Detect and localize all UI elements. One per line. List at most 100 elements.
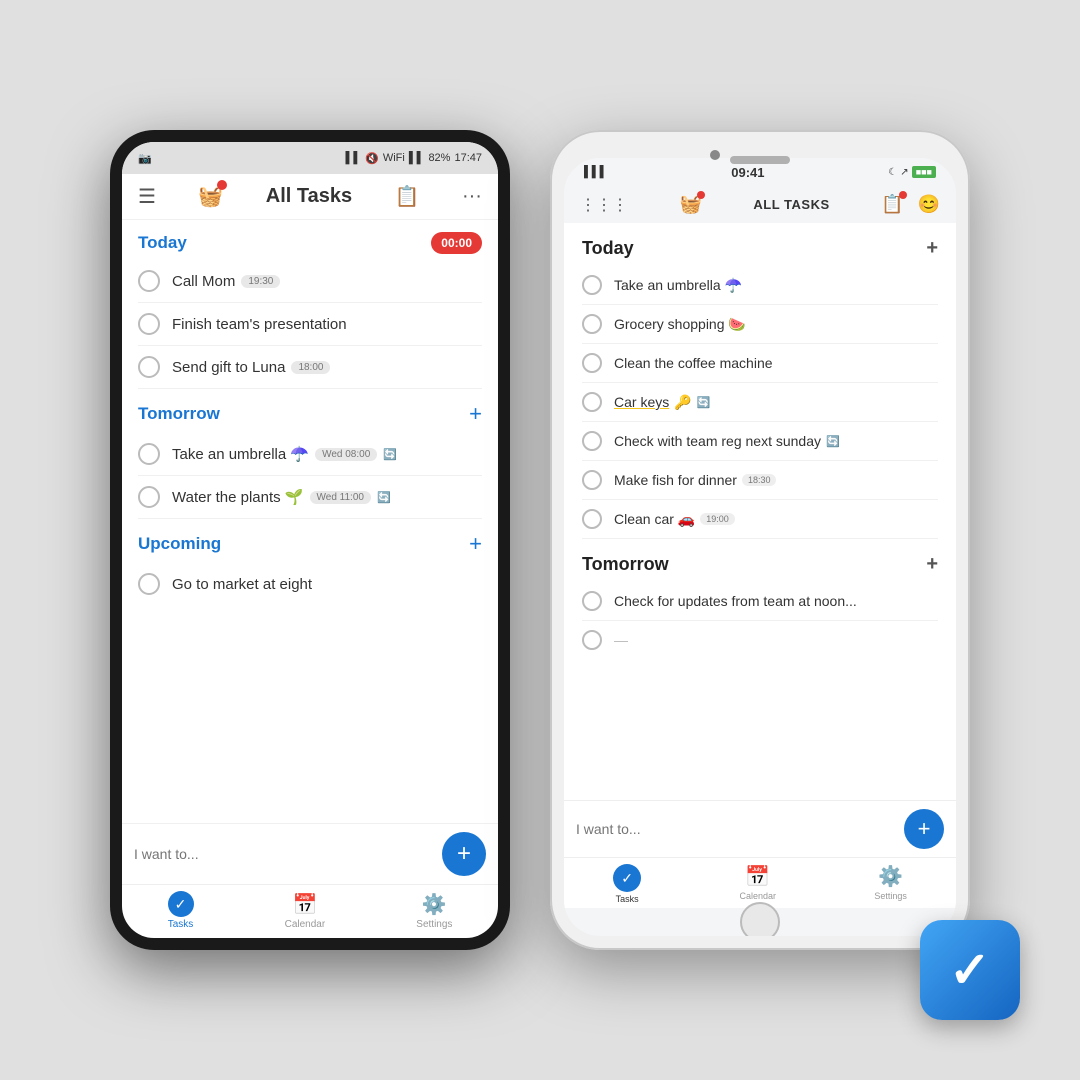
- ios-task-label: Grocery shopping 🍉: [614, 316, 938, 333]
- ios-grid-icon[interactable]: ⋮⋮⋮: [580, 195, 628, 215]
- ios-task-checkbox[interactable]: [582, 470, 602, 490]
- ios-home-button[interactable]: [740, 902, 780, 936]
- ios-task-checkbox[interactable]: [582, 630, 602, 650]
- android-tab-tasks-label: Tasks: [168, 919, 194, 930]
- task-label: Water the plants 🌱 Wed 11:00 🔄: [172, 488, 482, 506]
- android-time: 17:47: [454, 152, 482, 164]
- task-time-tag: Wed 11:00: [310, 491, 371, 504]
- android-status-bar: 📷 ▌▌ 🔇 WiFi ▌▌ 82% 17:47: [122, 142, 498, 174]
- ios-task-partial[interactable]: —: [564, 621, 956, 659]
- repeat-icon: 🔄: [826, 435, 840, 448]
- ios-task-fish[interactable]: Make fish for dinner 18:30: [564, 461, 956, 499]
- ios-tab-settings[interactable]: ⚙️ Settings: [874, 864, 907, 904]
- android-menu-icon[interactable]: ☰: [138, 184, 156, 209]
- task-checkbox[interactable]: [138, 573, 160, 595]
- ios-signal: ▌▌▌: [584, 166, 607, 178]
- ios-task-checkbox[interactable]: [582, 509, 602, 529]
- android-upcoming-plus[interactable]: +: [469, 531, 482, 557]
- ios-time: 09:41: [731, 165, 764, 180]
- android-task-gift[interactable]: Send gift to Luna 18:00: [122, 346, 498, 388]
- ios-home-bar: [564, 908, 956, 936]
- android-tab-tasks[interactable]: ✓ Tasks: [168, 891, 194, 930]
- ios-header-icons: 📋 😊: [881, 194, 940, 215]
- android-task-umbrella[interactable]: Take an umbrella ☂️ Wed 08:00 🔄: [122, 433, 498, 475]
- ios-header-title: ALL TASKS: [753, 197, 829, 212]
- android-task-plants[interactable]: Water the plants 🌱 Wed 11:00 🔄: [122, 476, 498, 518]
- task-time-tag: 18:00: [291, 361, 330, 374]
- ios-task-checkbox[interactable]: [582, 314, 602, 334]
- android-tab-settings[interactable]: ⚙️ Settings: [416, 891, 452, 930]
- ios-section-tomorrow: Tomorrow +: [564, 539, 956, 582]
- repeat-icon: 🔄: [383, 448, 397, 461]
- ios-task-checkbox[interactable]: [582, 392, 602, 412]
- android-task-input[interactable]: [134, 846, 432, 862]
- ios-face-icon[interactable]: 😊: [918, 194, 940, 215]
- android-phone: 📷 ▌▌ 🔇 WiFi ▌▌ 82% 17:47 ☰ 🧺 All Tasks: [110, 130, 510, 950]
- ios-task-umbrella[interactable]: Take an umbrella ☂️: [564, 266, 956, 304]
- ios-task-checkbox[interactable]: [582, 591, 602, 611]
- ios-task-label: Check for updates from team at noon...: [614, 593, 938, 609]
- android-tomorrow-plus[interactable]: +: [469, 401, 482, 427]
- ios-tab-tasks[interactable]: ✓ Tasks: [613, 864, 641, 904]
- android-timer[interactable]: 00:00: [431, 232, 482, 254]
- ios-task-input[interactable]: [576, 821, 894, 837]
- ios-phone: ▌▌▌ 09:41 ☾ ↗ ■■■ ⋮⋮⋮ 🧺 ALL TASKS: [550, 130, 970, 950]
- ios-basket-icon[interactable]: 🧺: [679, 194, 701, 215]
- task-checkbox[interactable]: [138, 356, 160, 378]
- ios-input-bar: +: [564, 800, 956, 857]
- ios-task-carkeys[interactable]: Car keys 🔑 🔄: [564, 383, 956, 421]
- ios-task-cleancar[interactable]: Clean car 🚗 19:00: [564, 500, 956, 538]
- android-more-icon[interactable]: ···: [462, 185, 482, 208]
- android-task-presentation[interactable]: Finish team's presentation: [122, 303, 498, 345]
- ios-task-team-check[interactable]: Check with team reg next sunday 🔄: [564, 422, 956, 460]
- ios-tab-calendar[interactable]: 📅 Calendar: [739, 864, 776, 904]
- android-add-button[interactable]: +: [442, 832, 486, 876]
- android-task-call-mom[interactable]: Call Mom 19:30: [122, 260, 498, 302]
- android-tab-calendar[interactable]: 📅 Calendar: [285, 891, 326, 930]
- android-basket-icon[interactable]: 🧺: [198, 184, 223, 209]
- ios-clipboard-badge: [899, 191, 907, 199]
- task-label: Go to market at eight: [172, 576, 482, 593]
- task-checkbox[interactable]: [138, 270, 160, 292]
- ios-task-label: Clean car 🚗 19:00: [614, 511, 938, 528]
- settings-icon: ⚙️: [421, 891, 447, 917]
- android-section-upcoming: Upcoming +: [122, 519, 498, 563]
- ios-tab-tasks-label: Tasks: [616, 894, 639, 904]
- task-checkbox[interactable]: [138, 313, 160, 335]
- ios-task-checkbox[interactable]: [582, 275, 602, 295]
- android-app-header: ☰ 🧺 All Tasks 📋 ···: [122, 174, 498, 220]
- ios-screen: ▌▌▌ 09:41 ☾ ↗ ■■■ ⋮⋮⋮ 🧺 ALL TASKS: [564, 158, 956, 936]
- ios-task-label: —: [614, 632, 938, 648]
- android-tab-bar: ✓ Tasks 📅 Calendar ⚙️ Settings: [122, 884, 498, 938]
- ios-task-time-tag: 18:30: [742, 474, 777, 486]
- ios-task-checkbox[interactable]: [582, 431, 602, 451]
- ios-app-header: ⋮⋮⋮ 🧺 ALL TASKS 📋 😊: [564, 186, 956, 223]
- task-label: Send gift to Luna 18:00: [172, 359, 482, 376]
- ios-clipboard-icon[interactable]: 📋: [881, 194, 903, 215]
- ios-settings-icon: ⚙️: [878, 864, 903, 889]
- android-task-market[interactable]: Go to market at eight: [122, 563, 498, 605]
- task-label: Call Mom 19:30: [172, 273, 482, 290]
- task-checkbox[interactable]: [138, 486, 160, 508]
- android-content: Today 00:00 Call Mom 19:30 Finish team's…: [122, 220, 498, 823]
- ios-tab-bar: ✓ Tasks 📅 Calendar ⚙️ Settings: [564, 857, 956, 908]
- ios-today-plus[interactable]: +: [926, 237, 938, 260]
- android-today-label: Today: [138, 233, 187, 253]
- task-label: Finish team's presentation: [172, 316, 482, 333]
- android-header-title: All Tasks: [266, 185, 352, 208]
- task-checkbox[interactable]: [138, 443, 160, 465]
- ios-tomorrow-plus[interactable]: +: [926, 553, 938, 576]
- ios-add-button[interactable]: +: [904, 809, 944, 849]
- ios-moon-icon: ☾: [888, 167, 897, 178]
- ios-speaker: [730, 156, 790, 164]
- ios-task-checkbox[interactable]: [582, 353, 602, 373]
- ios-task-coffee[interactable]: Clean the coffee machine: [564, 344, 956, 382]
- android-clipboard-icon[interactable]: 📋: [395, 184, 420, 209]
- ios-tab-settings-label: Settings: [874, 891, 907, 901]
- android-section-today: Today 00:00: [122, 220, 498, 260]
- ios-section-today: Today +: [564, 223, 956, 266]
- ios-task-updates[interactable]: Check for updates from team at noon...: [564, 582, 956, 620]
- ios-task-time-tag: 19:00: [700, 513, 735, 525]
- ios-task-grocery[interactable]: Grocery shopping 🍉: [564, 305, 956, 343]
- scene: 📷 ▌▌ 🔇 WiFi ▌▌ 82% 17:47 ☰ 🧺 All Tasks: [0, 0, 1080, 1080]
